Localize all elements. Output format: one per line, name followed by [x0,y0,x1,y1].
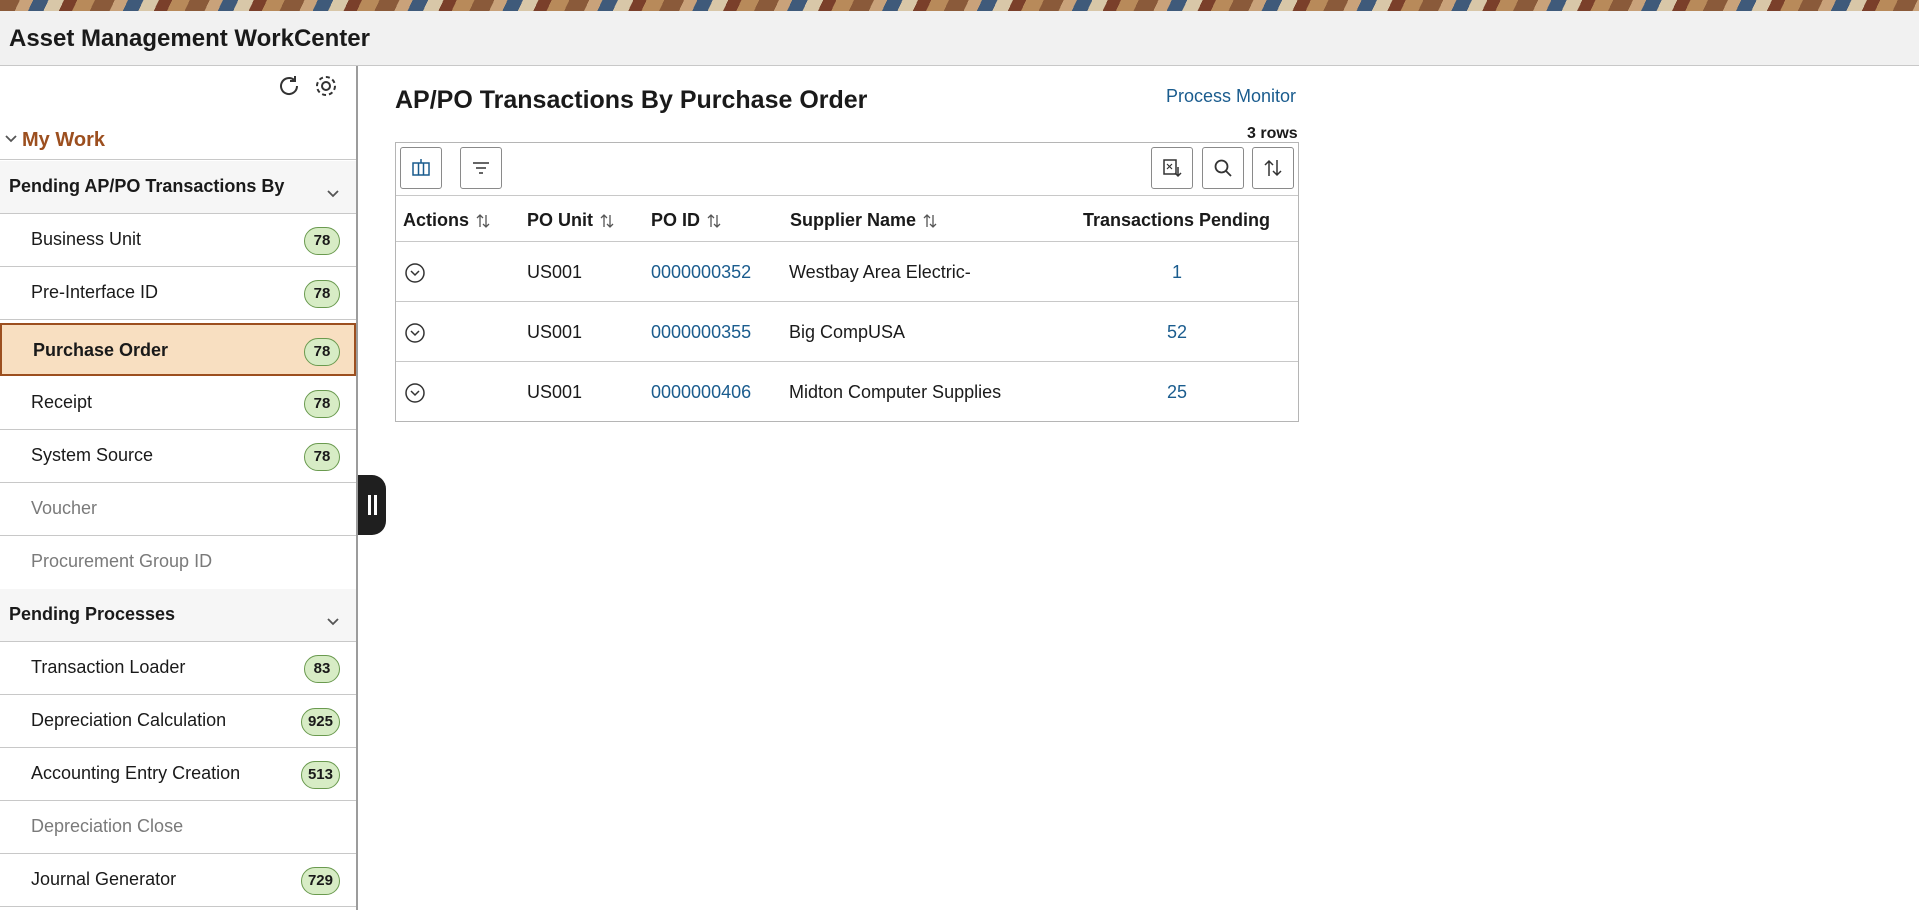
sort-button[interactable] [1252,147,1294,189]
sidebar-item-receipt[interactable]: Receipt 78 [0,377,356,430]
section-label: Pending Processes [9,604,176,624]
col-actions[interactable]: Actions [403,210,491,231]
sidebar-item-transaction-loader[interactable]: Transaction Loader 83 [0,642,356,695]
table-row: US001 0000000352 Westbay Area Electric- … [396,242,1298,302]
app-header: Asset Management WorkCenter [0,11,1919,66]
actions-menu-icon[interactable] [404,382,426,404]
sort-arrows-icon [600,213,614,228]
personalize-button[interactable] [400,147,442,189]
row-count: 3 rows [1247,125,1298,142]
search-button[interactable] [1202,147,1244,189]
po-unit-cell: US001 [527,382,583,402]
page-title: AP/PO Transactions By Purchase Order [395,86,868,114]
process-monitor-link[interactable]: Process Monitor [1166,86,1296,107]
col-transactions-pending: Transactions Pending [1083,210,1270,231]
export-icon [1163,159,1182,178]
sidebar-item-label: Pre-Interface ID [31,282,159,302]
sidebar-item-label: Accounting Entry Creation [31,763,241,783]
sidebar-item-label: Business Unit [31,229,142,249]
col-po-unit[interactable]: PO Unit [527,210,615,231]
collapse-handle[interactable] [358,475,386,535]
section-label: Pending AP/PO Transactions By [9,176,285,196]
column-label: Transactions Pending [1083,210,1271,230]
columns-icon [412,159,430,176]
sidebar-item-pre-interface-id[interactable]: Pre-Interface ID 78 [0,267,356,320]
transactions-pending-link[interactable]: 52 [1137,322,1217,343]
sidebar-item-journal-generator[interactable]: Journal Generator 729 [0,854,356,907]
export-button[interactable] [1151,147,1193,189]
section-pending-appo[interactable]: Pending AP/PO Transactions By [0,161,356,214]
search-icon [1214,159,1232,177]
sidebar-item-label: Voucher [31,498,98,518]
sidebar-item-accounting-entry-creation[interactable]: Accounting Entry Creation 513 [0,748,356,801]
supplier-name-cell: Big CompUSA [789,322,906,342]
my-work-header[interactable]: My Work [0,120,356,160]
count-badge: 78 [304,390,340,418]
table-row: US001 0000000406 Midton Computer Supplie… [396,362,1298,422]
sidebar-item-label: Procurement Group ID [31,551,213,571]
sidebar-item-label: Depreciation Calculation [31,710,227,730]
sidebar-item-label: Journal Generator [31,869,177,889]
table-row: US001 0000000355 Big CompUSA 52 [396,302,1298,362]
sidebar-item-label: System Source [31,445,154,465]
filter-icon [473,162,489,174]
transactions-pending-link[interactable]: 25 [1137,382,1217,403]
section-pending-processes[interactable]: Pending Processes [0,589,356,642]
sidebar-item-label: Transaction Loader [31,657,186,677]
sidebar-item-system-source[interactable]: System Source 78 [0,430,356,483]
column-label: PO Unit [527,210,593,230]
sidebar-item-label: Depreciation Close [31,816,184,836]
transactions-pending-link[interactable]: 1 [1137,262,1217,283]
sort-icon [1264,159,1282,177]
count-badge: 78 [304,443,340,471]
sidebar-item-purchase-order[interactable]: Purchase Order 78 [0,323,356,376]
count-badge: 729 [300,867,340,895]
chevron-down-icon [327,190,339,198]
chevron-down-icon [5,135,17,143]
sort-arrows-icon [707,213,721,228]
sidebar-item-business-unit[interactable]: Business Unit 78 [0,214,356,267]
sidebar-item-depreciation-calculation[interactable]: Depreciation Calculation 925 [0,695,356,748]
actions-menu-icon[interactable] [404,262,426,284]
actions-menu-icon[interactable] [404,322,426,344]
header-banner [0,0,1919,11]
count-badge: 78 [304,227,340,255]
grid-toolbar [396,143,1298,196]
grid-header: Actions PO Unit PO ID Supplier Name Tran… [396,196,1298,242]
sort-arrows-icon [923,213,937,228]
sidebar-item-procurement-group-id: Procurement Group ID [0,536,356,589]
po-unit-cell: US001 [527,262,583,282]
filter-button[interactable] [460,147,502,189]
chevron-down-icon [327,618,339,626]
col-supplier-name[interactable]: Supplier Name [790,210,938,231]
count-badge: 78 [304,280,340,308]
po-id-link[interactable]: 0000000355 [651,322,751,343]
sidebar-item-label: Receipt [31,392,93,412]
supplier-name-cell: Westbay Area Electric- [789,262,971,282]
sidebar-item-voucher: Voucher [0,483,356,536]
col-po-id[interactable]: PO ID [651,210,722,231]
po-id-link[interactable]: 0000000406 [651,382,751,403]
count-badge: 925 [300,708,340,736]
column-label: PO ID [651,210,701,230]
po-unit-cell: US001 [527,322,583,342]
gear-icon[interactable] [312,72,340,100]
sidebar: My Work Pending AP/PO Transactions By Bu… [0,66,358,910]
count-badge: 83 [304,655,340,683]
sidebar-item-depreciation-close: Depreciation Close [0,801,356,854]
column-label: Actions [403,210,470,230]
po-transactions-grid: Actions PO Unit PO ID Supplier Name Tran… [395,142,1299,422]
column-label: Supplier Name [790,210,917,230]
sidebar-item-label: Purchase Order [33,340,169,360]
count-badge: 513 [300,761,340,789]
supplier-name-cell: Midton Computer Supplies [789,382,1002,402]
po-id-link[interactable]: 0000000352 [651,262,751,283]
sort-arrows-icon [476,213,490,228]
my-work-label: My Work [22,129,105,151]
sidebar-tools [276,71,340,101]
count-badge: 78 [304,338,340,366]
app-title: Asset Management WorkCenter [9,25,370,52]
refresh-icon[interactable] [276,73,302,99]
